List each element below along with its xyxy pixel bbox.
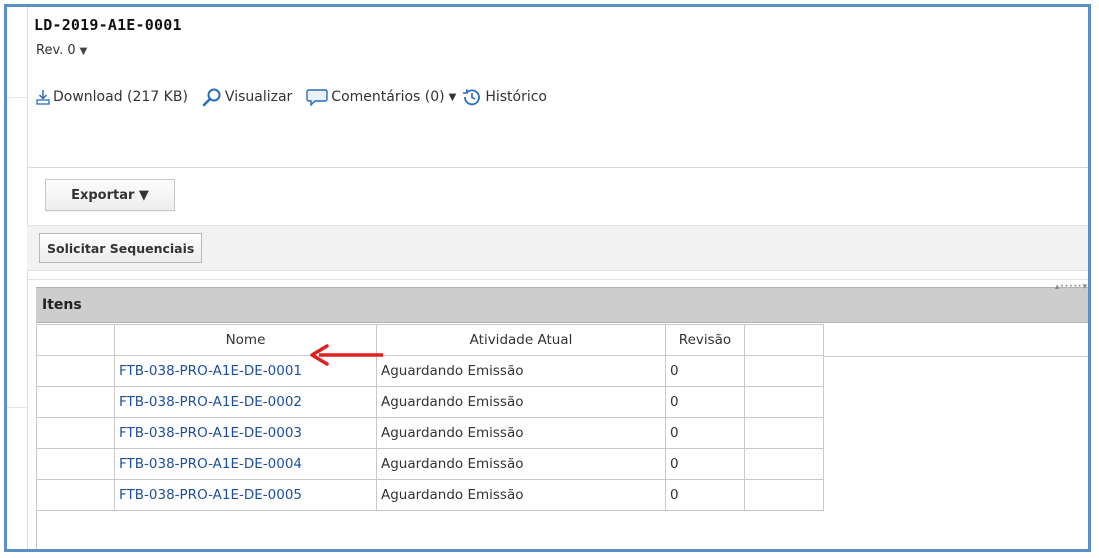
- export-button[interactable]: Exportar ▼: [45, 179, 175, 211]
- row-selector-cell[interactable]: [36, 479, 115, 511]
- item-extra-cell: [744, 355, 824, 387]
- history-icon: [463, 89, 481, 106]
- magnifier-icon: [202, 88, 221, 107]
- item-extra-cell: [744, 448, 824, 480]
- table-row[interactable]: FTB-038-PRO-A1E-DE-0005 Aguardando Emiss…: [36, 479, 824, 511]
- item-name-link[interactable]: FTB-038-PRO-A1E-DE-0003: [114, 417, 377, 449]
- comments-link[interactable]: Comentários (0) ▼: [306, 88, 458, 106]
- row-selector-cell[interactable]: [36, 417, 115, 449]
- item-name-link[interactable]: FTB-038-PRO-A1E-DE-0005: [114, 479, 377, 511]
- column-header-empty[interactable]: [36, 324, 115, 356]
- row-selector-cell[interactable]: [36, 448, 115, 480]
- document-title: LD-2019-A1E-0001: [34, 16, 182, 34]
- row-selector-cell[interactable]: [36, 355, 115, 387]
- section-divider: [27, 167, 1088, 168]
- download-icon: [36, 90, 50, 105]
- table-header-row: Nome Atividade Atual Revisão: [36, 324, 824, 356]
- caret-down-icon: ▼: [79, 46, 88, 57]
- download-link[interactable]: Download (217 KB): [36, 89, 188, 105]
- item-name-link[interactable]: FTB-038-PRO-A1E-DE-0004: [114, 448, 377, 480]
- red-annotation-arrow: [310, 344, 383, 366]
- item-revision: 0: [665, 355, 745, 387]
- table-row[interactable]: FTB-038-PRO-A1E-DE-0002 Aguardando Emiss…: [36, 386, 824, 418]
- rail-divider: [7, 97, 27, 98]
- column-header-extra[interactable]: [744, 324, 824, 356]
- item-extra-cell: [744, 479, 824, 511]
- history-label: Histórico: [485, 89, 548, 105]
- view-link[interactable]: Visualizar: [202, 87, 292, 107]
- panel-resize-handle[interactable]: ▴·····▾: [1055, 282, 1088, 292]
- item-revision: 0: [665, 386, 745, 418]
- item-extra-cell: [744, 386, 824, 418]
- item-activity: Aguardando Emissão: [376, 417, 666, 449]
- table-row[interactable]: FTB-038-PRO-A1E-DE-0003 Aguardando Emiss…: [36, 417, 824, 449]
- history-link[interactable]: Histórico: [462, 87, 547, 107]
- comments-label: Comentários (0): [331, 89, 445, 105]
- document-toolbar: Download (217 KB) Visualizar Comentários…: [36, 87, 561, 107]
- item-extra-cell: [744, 417, 824, 449]
- table-row[interactable]: FTB-038-PRO-A1E-DE-0004 Aguardando Emiss…: [36, 448, 824, 480]
- view-label: Visualizar: [224, 89, 293, 105]
- page-frame: LD-2019-A1E-0001 Rev. 0 ▼ Download (217 K…: [4, 4, 1091, 552]
- item-revision: 0: [665, 479, 745, 511]
- item-activity: Aguardando Emissão: [376, 479, 666, 511]
- item-activity: Aguardando Emissão: [376, 355, 666, 387]
- section-divider: [27, 279, 1088, 280]
- item-revision: 0: [665, 417, 745, 449]
- grid-border: [823, 356, 1088, 357]
- download-label: Download (217 KB): [53, 89, 188, 105]
- request-sequentials-button[interactable]: Solicitar Sequenciais: [39, 233, 203, 263]
- comment-bubble-icon: [306, 89, 328, 106]
- item-name-link[interactable]: FTB-038-PRO-A1E-DE-0002: [114, 386, 377, 418]
- column-header-activity[interactable]: Atividade Atual: [376, 324, 666, 356]
- revision-selector[interactable]: Rev. 0 ▼: [36, 43, 87, 58]
- left-rail: [7, 7, 28, 549]
- items-panel-header: Itens ▴·····▾: [36, 282, 1088, 323]
- item-activity: Aguardando Emissão: [376, 448, 666, 480]
- table-row[interactable]: FTB-038-PRO-A1E-DE-0001 Aguardando Emiss…: [36, 355, 824, 387]
- items-panel-title: Itens: [42, 297, 82, 313]
- item-activity: Aguardando Emissão: [376, 386, 666, 418]
- revision-label: Rev. 0: [36, 43, 76, 58]
- item-revision: 0: [665, 448, 745, 480]
- rail-divider: [7, 407, 27, 408]
- row-selector-cell[interactable]: [36, 386, 115, 418]
- items-table: Nome Atividade Atual Revisão FTB-038-PRO…: [36, 324, 824, 511]
- column-header-revision[interactable]: Revisão: [665, 324, 745, 356]
- caret-down-icon[interactable]: ▼: [449, 92, 457, 103]
